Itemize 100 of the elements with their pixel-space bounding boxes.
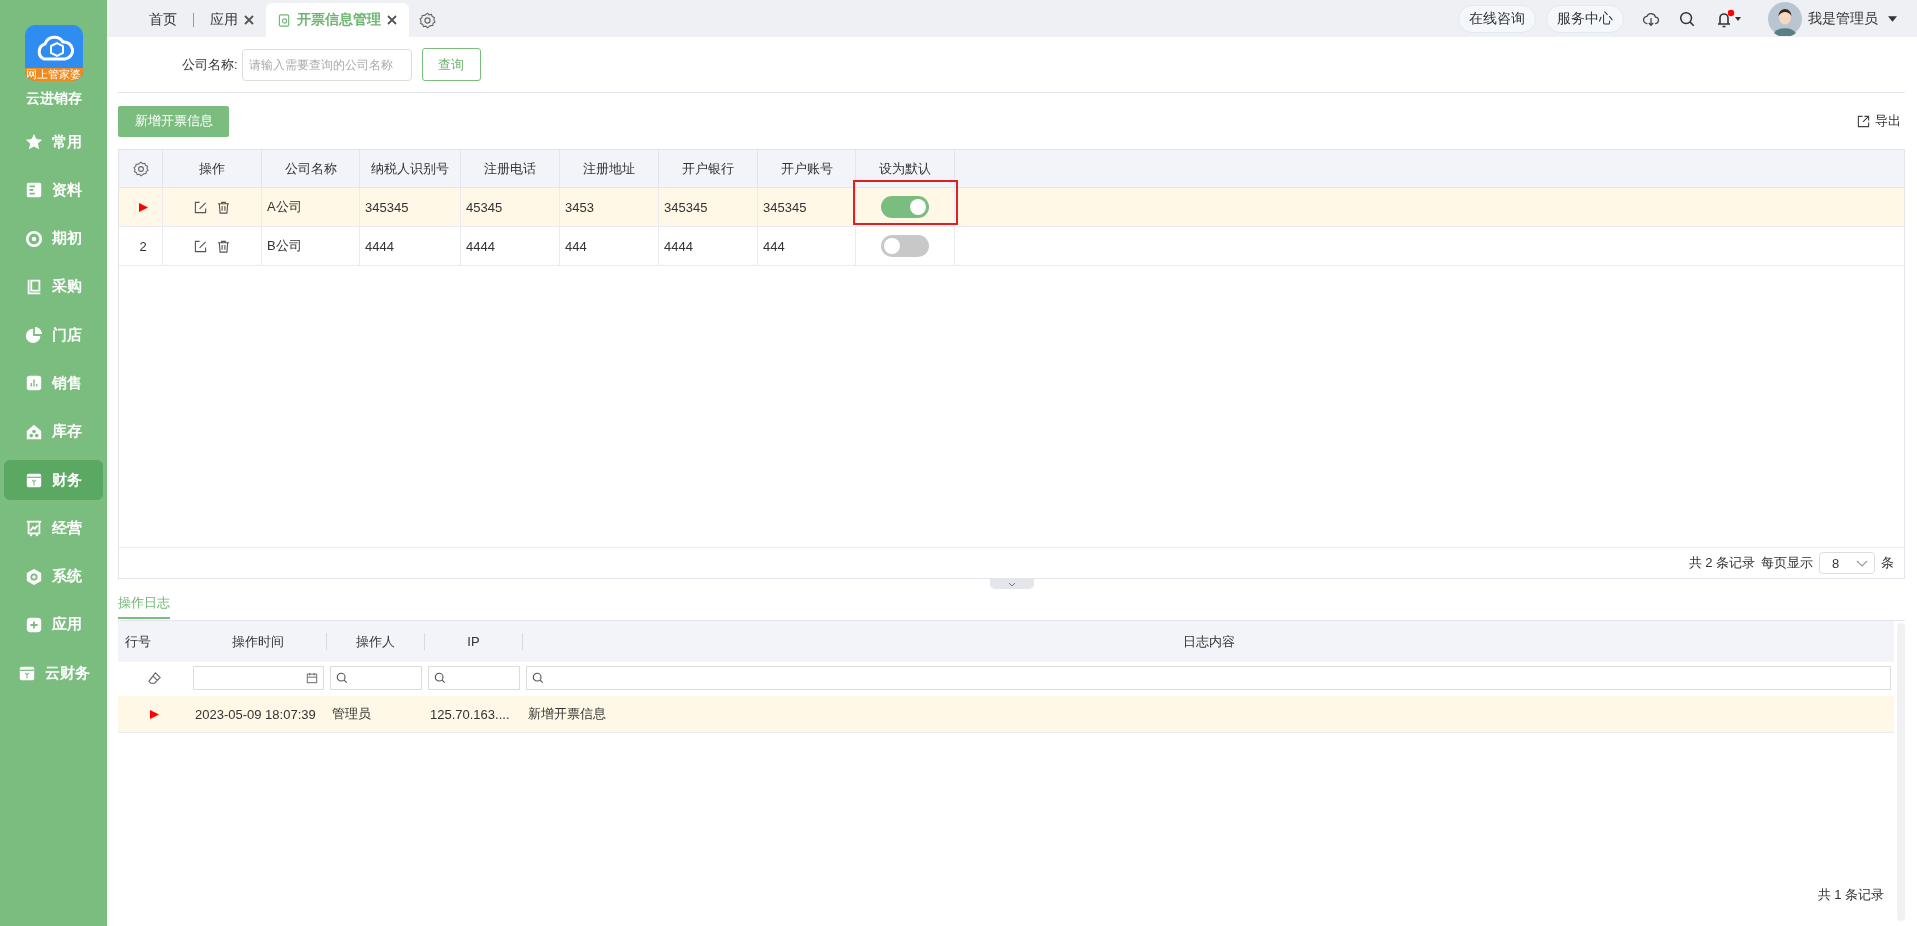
add-invoice-button[interactable]: 新增开票信息 — [118, 105, 229, 137]
column-header: 开户银行 — [659, 150, 758, 187]
document-icon — [278, 13, 291, 27]
chart-board-icon — [25, 519, 43, 538]
table-cell-text: 125.70.163.... — [429, 706, 511, 722]
nav-item[interactable]: 财务 — [4, 460, 103, 501]
column-header: 设为默认 — [856, 150, 955, 187]
wallet-icon — [25, 471, 43, 490]
column-header: 操作时间 — [190, 633, 327, 650]
nav-item[interactable]: 经营 — [4, 508, 103, 549]
trash-icon[interactable] — [217, 200, 230, 214]
page-size-select[interactable]: 8 — [1819, 552, 1875, 574]
search-icon — [336, 672, 348, 684]
calendar-icon[interactable] — [306, 672, 318, 684]
current-row-icon — [149, 709, 159, 719]
export-icon[interactable] — [1857, 114, 1870, 128]
default-toggle[interactable] — [881, 196, 929, 218]
nav-item[interactable]: 云财务 — [4, 653, 103, 694]
settings-icon[interactable] — [419, 11, 436, 29]
search-icon[interactable] — [1678, 9, 1696, 28]
column-header: 开户账号 — [758, 150, 856, 187]
nav-item[interactable]: 门店 — [4, 315, 103, 356]
table-cell: 4444 — [659, 227, 758, 265]
row-number: 2 — [139, 238, 147, 254]
settings-icon[interactable] — [132, 160, 149, 177]
search-icon — [532, 672, 544, 684]
caret-icon[interactable] — [1888, 15, 1897, 22]
bar-chart-icon — [25, 374, 43, 393]
hexagon-icon — [25, 567, 43, 586]
query-button[interactable]: 查询 — [421, 48, 481, 81]
tab[interactable]: 首页 — [137, 3, 189, 37]
close-icon[interactable] — [244, 15, 254, 25]
table-cell: 345345 — [659, 188, 758, 226]
edit-icon[interactable] — [194, 200, 207, 214]
chevron-down-icon — [1856, 559, 1868, 567]
nav-item[interactable]: 应用 — [4, 604, 103, 645]
trash-icon[interactable] — [217, 239, 230, 253]
column-header: 行号 — [124, 632, 152, 651]
record-count: 共 2 条记录 — [1688, 554, 1755, 572]
brand-name: 云进销存 — [25, 90, 82, 108]
table-cell: 4444 — [360, 227, 461, 265]
column-header: IP — [425, 633, 523, 650]
column-header: 操作 — [163, 150, 262, 187]
header-link[interactable]: 服务中心 — [1546, 4, 1624, 33]
avatar-icon[interactable] — [1768, 1, 1802, 36]
filter-field[interactable] — [330, 666, 422, 690]
table-cell: 444 — [758, 227, 856, 265]
table-cell: B公司 — [262, 227, 360, 265]
column-header: 公司名称 — [262, 150, 360, 187]
default-toggle[interactable] — [881, 235, 929, 257]
filter-field[interactable] — [526, 666, 1891, 690]
tab[interactable]: 应用 — [198, 3, 266, 37]
nav-item[interactable]: 采购 — [4, 266, 103, 307]
table-cell-text: 新增开票信息 — [527, 705, 607, 723]
table-cell: 345345 — [758, 188, 856, 226]
company-name-input[interactable]: 请输入需要查询的公司名称 — [241, 48, 412, 81]
close-icon[interactable] — [387, 15, 397, 25]
user-name[interactable]: 我是管理员 — [1808, 9, 1878, 28]
book-icon — [25, 277, 43, 296]
collapse-handle[interactable] — [989, 579, 1034, 589]
table-cell: 345345 — [360, 188, 461, 226]
table-row[interactable]: A公司 345345 45345 3453 345345 345345 — [119, 188, 1904, 227]
table-cell: 45345 — [461, 188, 560, 226]
search-icon — [434, 672, 446, 684]
logo-badge: 网上管家婆 — [24, 68, 83, 81]
nav-item[interactable]: 销售 — [4, 363, 103, 404]
nav-item[interactable]: 期初 — [4, 218, 103, 259]
nav-item[interactable]: 常用 — [4, 122, 103, 162]
eraser-icon[interactable] — [146, 670, 162, 686]
table-cell-text: 管理员 — [331, 705, 372, 723]
table-cell: 4444 — [461, 227, 560, 265]
tab[interactable]: 开票信息管理 — [266, 3, 409, 37]
table-row[interactable]: 2 B公司 4444 4444 444 4444 444 — [119, 227, 1904, 266]
column-header: 注册地址 — [560, 150, 659, 187]
page-size-label: 每页显示 — [1761, 554, 1813, 572]
pie-chart-icon — [25, 326, 43, 345]
table-cell: 3453 — [560, 188, 659, 226]
plus-icon — [25, 615, 43, 634]
house-icon — [25, 422, 43, 441]
column-header: 纳税人识别号 — [360, 150, 461, 187]
nav-item[interactable]: 库存 — [4, 411, 103, 452]
nav-item[interactable]: 系统 — [4, 556, 103, 597]
column-header: 注册电话 — [461, 150, 560, 187]
log-tab[interactable]: 操作日志 — [118, 589, 170, 619]
record-count: 共 1 条记录 — [1817, 886, 1884, 904]
company-name-label: 公司名称: — [182, 55, 238, 74]
target-icon — [25, 229, 43, 248]
column-header: 日志内容 — [1181, 632, 1236, 651]
export-button[interactable]: 导出 — [1857, 112, 1905, 130]
edit-icon[interactable] — [194, 239, 207, 253]
wallet-icon — [17, 664, 36, 683]
table-cell-text: 2023-05-09 18:07:39 — [194, 706, 317, 722]
document-icon — [25, 181, 43, 200]
header-link[interactable]: 在线咨询 — [1458, 4, 1536, 33]
filter-field[interactable] — [193, 666, 324, 690]
filter-field[interactable] — [428, 666, 520, 690]
nav-item[interactable]: 资料 — [4, 170, 103, 211]
table-cell: A公司 — [262, 188, 360, 226]
column-header: 操作人 — [327, 633, 425, 650]
log-row[interactable]: 2023-05-09 18:07:39 管理员 125.70.163.... 新增开票信息 — [118, 696, 1894, 733]
